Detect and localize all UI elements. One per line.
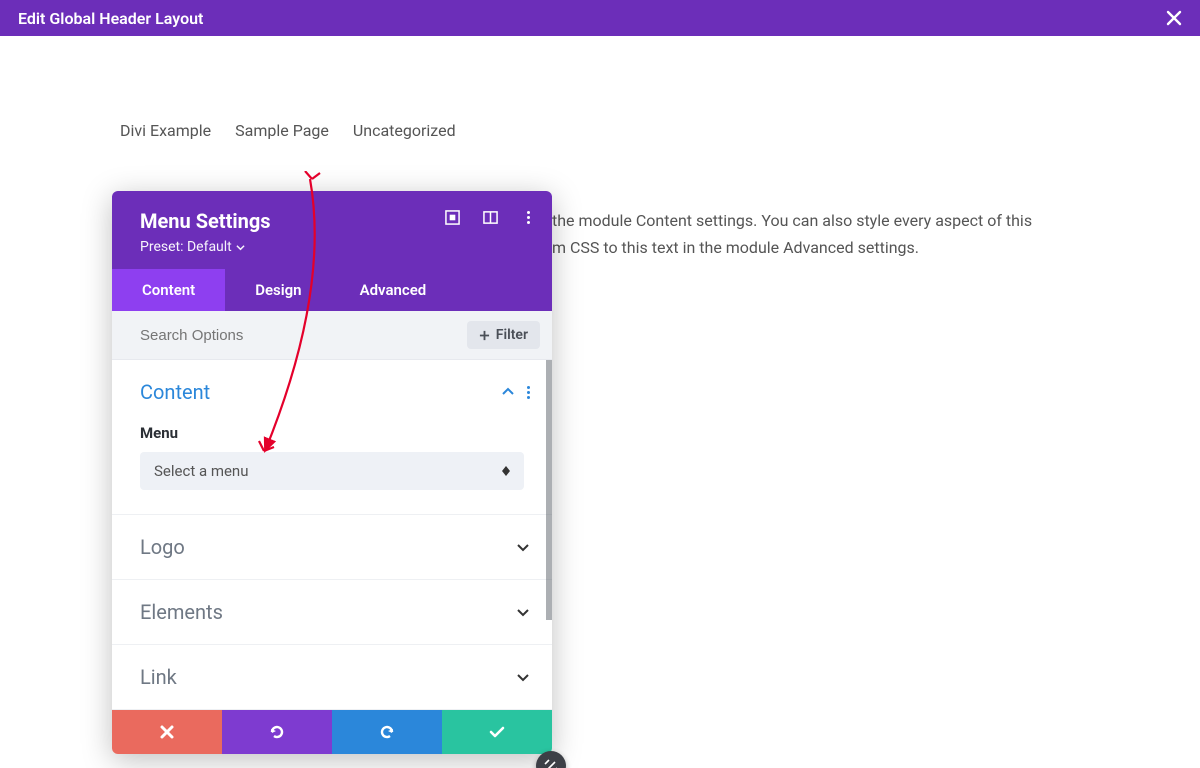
- save-button[interactable]: [442, 710, 552, 754]
- menu-field-label: Menu: [140, 424, 524, 442]
- editor-title: Edit Global Header Layout: [18, 9, 203, 28]
- module-preview-text: the module Content settings. You can als…: [552, 207, 1112, 261]
- section-header-logo[interactable]: Logo: [112, 515, 552, 579]
- chevron-down-icon: [516, 670, 530, 684]
- section-logo: Logo: [112, 515, 552, 580]
- tab-advanced[interactable]: Advanced: [332, 269, 455, 311]
- section-header-link[interactable]: Link: [112, 645, 552, 709]
- nav-item[interactable]: Uncategorized: [353, 121, 456, 140]
- menu-settings-panel: Menu Settings Preset: Default Content De…: [112, 191, 552, 754]
- header-nav: Divi Example Sample Page Uncategorized: [120, 121, 1200, 140]
- nav-item[interactable]: Sample Page: [235, 121, 329, 140]
- panel-footer: [112, 710, 552, 754]
- panel-header[interactable]: Menu Settings Preset: Default: [112, 191, 552, 269]
- select-caret-icon: [502, 466, 510, 476]
- expand-icon[interactable]: [444, 209, 460, 225]
- section-content: Content Menu Select a menu: [112, 360, 552, 515]
- snap-icon[interactable]: [482, 209, 498, 225]
- tab-design[interactable]: Design: [225, 269, 331, 311]
- menu-select[interactable]: Select a menu: [140, 452, 524, 490]
- section-kebab-icon[interactable]: [527, 386, 530, 399]
- search-input[interactable]: [140, 327, 467, 344]
- panel-kebab-icon[interactable]: [520, 209, 536, 225]
- close-icon[interactable]: [1166, 10, 1182, 26]
- tab-content[interactable]: Content: [112, 269, 225, 311]
- section-header-content[interactable]: Content: [112, 360, 552, 424]
- scrollbar[interactable]: [546, 360, 552, 620]
- panel-body: Content Menu Select a menu: [112, 360, 552, 710]
- section-link: Link: [112, 645, 552, 710]
- redo-button[interactable]: [332, 710, 442, 754]
- search-bar: Filter: [112, 311, 552, 360]
- section-header-elements[interactable]: Elements: [112, 580, 552, 644]
- panel-tabs: Content Design Advanced: [112, 269, 552, 311]
- cancel-button[interactable]: [112, 710, 222, 754]
- plus-icon: [479, 330, 490, 341]
- nav-item[interactable]: Divi Example: [120, 121, 211, 140]
- filter-button[interactable]: Filter: [467, 321, 540, 349]
- preset-selector[interactable]: Preset: Default: [140, 239, 530, 255]
- editor-topbar: Edit Global Header Layout: [0, 0, 1200, 36]
- chevron-down-icon: [516, 605, 530, 619]
- chevron-up-icon: [501, 385, 515, 399]
- chevron-down-icon: [516, 540, 530, 554]
- resize-handle[interactable]: [536, 751, 566, 768]
- caret-down-icon: [236, 243, 245, 252]
- section-elements: Elements: [112, 580, 552, 645]
- undo-button[interactable]: [222, 710, 332, 754]
